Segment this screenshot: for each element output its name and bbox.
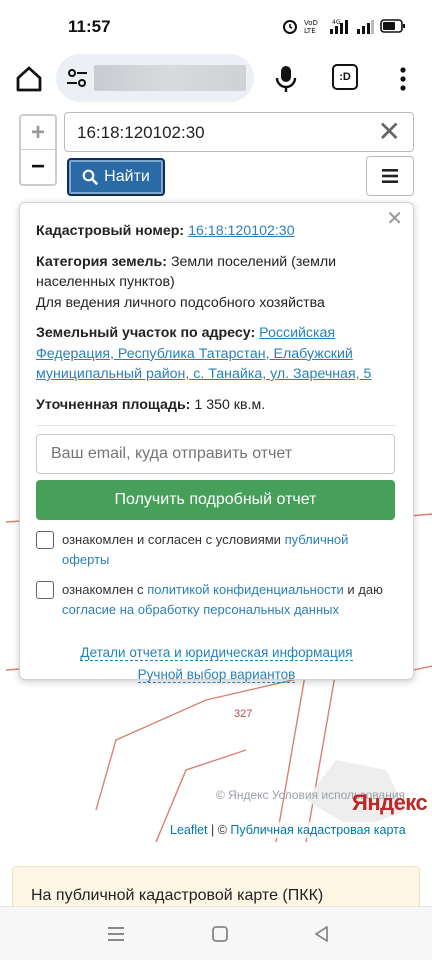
browser-toolbar: :D <box>0 52 432 110</box>
land-category-row: Категория земель: Земли поселений (земли… <box>36 252 397 314</box>
cadastral-search-input[interactable]: 16:18:120102:30 ✕ <box>64 112 414 152</box>
layers-menu-button[interactable] <box>366 156 414 196</box>
privacy-policy-link[interactable]: политикой конфиденциальности <box>147 582 344 597</box>
mic-icon[interactable] <box>274 64 298 94</box>
zoom-in-button[interactable]: + <box>21 116 55 150</box>
parcel-info-popup: ✕ Кадастровый номер: 16:18:120102:30 Кат… <box>19 202 414 683</box>
home-icon[interactable] <box>14 64 44 94</box>
menu-dots-icon[interactable] <box>394 64 412 94</box>
svg-text:VoD: VoD <box>304 19 318 27</box>
offer-consent-row: ознакомлен и согласен с условиями публич… <box>36 530 397 570</box>
parcel-number-label: 327 <box>234 708 253 720</box>
email-field[interactable] <box>36 434 395 474</box>
privacy-consent-text: ознакомлен с политикой конфиденциальност… <box>62 580 397 620</box>
popup-footer-links: Детали отчета и юридическая информация Р… <box>36 642 397 686</box>
volte-icon: VoDLTE <box>304 19 318 34</box>
privacy-consent-checkbox[interactable] <box>36 581 54 599</box>
alarm-icon <box>283 20 297 34</box>
search-icon <box>82 169 98 185</box>
pkk-link[interactable]: Публичная кадастровая карта <box>230 823 405 837</box>
cadastral-number-link[interactable]: 16:18:120102:30 <box>188 223 295 239</box>
offer-consent-label: ознакомлен и согласен с условиями <box>62 532 285 547</box>
privacy-consent-row: ознакомлен с политикой конфиденциальност… <box>36 580 397 620</box>
tune-icon[interactable] <box>66 68 88 88</box>
system-nav-bar <box>0 906 432 960</box>
map-attribution: Leaflet | © Публичная кадастровая карта <box>166 822 410 838</box>
search-value: 16:18:120102:30 <box>77 123 205 142</box>
cadastral-number-row: Кадастровый номер: 16:18:120102:30 <box>36 221 397 242</box>
privacy-consent-label: ознакомлен с <box>62 582 148 597</box>
cadastral-number-label: Кадастровый номер: <box>36 223 185 239</box>
address-label: Земельный участок по адресу: <box>36 325 256 341</box>
svg-text:4G: 4G <box>332 19 341 26</box>
4g-signal-icon: 4G <box>330 19 348 34</box>
status-time: 11:57 <box>68 17 111 36</box>
offer-consent-text: ознакомлен и согласен с условиями публич… <box>62 530 397 570</box>
get-report-button[interactable]: Получить подробный отчет <box>36 480 395 520</box>
area-value: 1 350 кв.м. <box>194 396 266 413</box>
land-category-label: Категория земель: <box>36 253 167 270</box>
find-button-label: Найти <box>104 168 150 185</box>
status-icons: VoD LTE 4G <box>282 18 406 34</box>
cadastral-map[interactable]: 327 © Яндекс Условия использования Яндек… <box>6 110 432 842</box>
area-row: Уточненная площадь: 1 350 кв.м. <box>36 395 397 416</box>
offer-consent-checkbox[interactable] <box>36 531 54 549</box>
address-row: Земельный участок по адресу: Российская … <box>36 323 397 385</box>
zoom-out-button[interactable]: − <box>21 150 55 184</box>
popup-divider <box>36 425 397 426</box>
battery-icon <box>380 19 405 33</box>
privacy-consent-mid: и даю <box>343 582 383 597</box>
recents-icon[interactable] <box>106 925 126 943</box>
hamburger-icon <box>382 169 398 183</box>
leaflet-link[interactable]: Leaflet <box>170 823 208 837</box>
popup-close-icon[interactable]: ✕ <box>386 209 403 230</box>
url-text-redacted <box>94 65 246 91</box>
signal-icon <box>357 20 374 34</box>
svg-text:LTE: LTE <box>304 27 316 34</box>
report-details-link[interactable]: Детали отчета и юридическая информация <box>80 645 353 661</box>
data-processing-consent-link[interactable]: согласие на обработку персональных данны… <box>62 602 339 617</box>
area-label: Уточненная площадь: <box>36 396 191 413</box>
manual-selection-link[interactable]: Ручной выбор вариантов <box>137 667 296 683</box>
pkk-info-text: На публичной кадастровой карте (ПКК) <box>31 887 324 904</box>
status-bar: 11:57 VoD LTE 4G <box>0 0 432 52</box>
attribution-separator: | © <box>207 823 231 837</box>
zoom-control: + − <box>19 114 57 186</box>
home-square-icon[interactable] <box>210 925 230 943</box>
find-button[interactable]: Найти <box>67 158 165 196</box>
tab-switcher-button[interactable]: :D <box>332 64 358 90</box>
address-bar[interactable] <box>56 54 254 102</box>
back-triangle-icon[interactable] <box>312 925 332 943</box>
clear-icon[interactable]: ✕ <box>378 118 401 146</box>
land-usage-value: Для ведения личного подсобного хозяйства <box>36 294 325 311</box>
yandex-logo: Яндекс <box>352 790 428 815</box>
